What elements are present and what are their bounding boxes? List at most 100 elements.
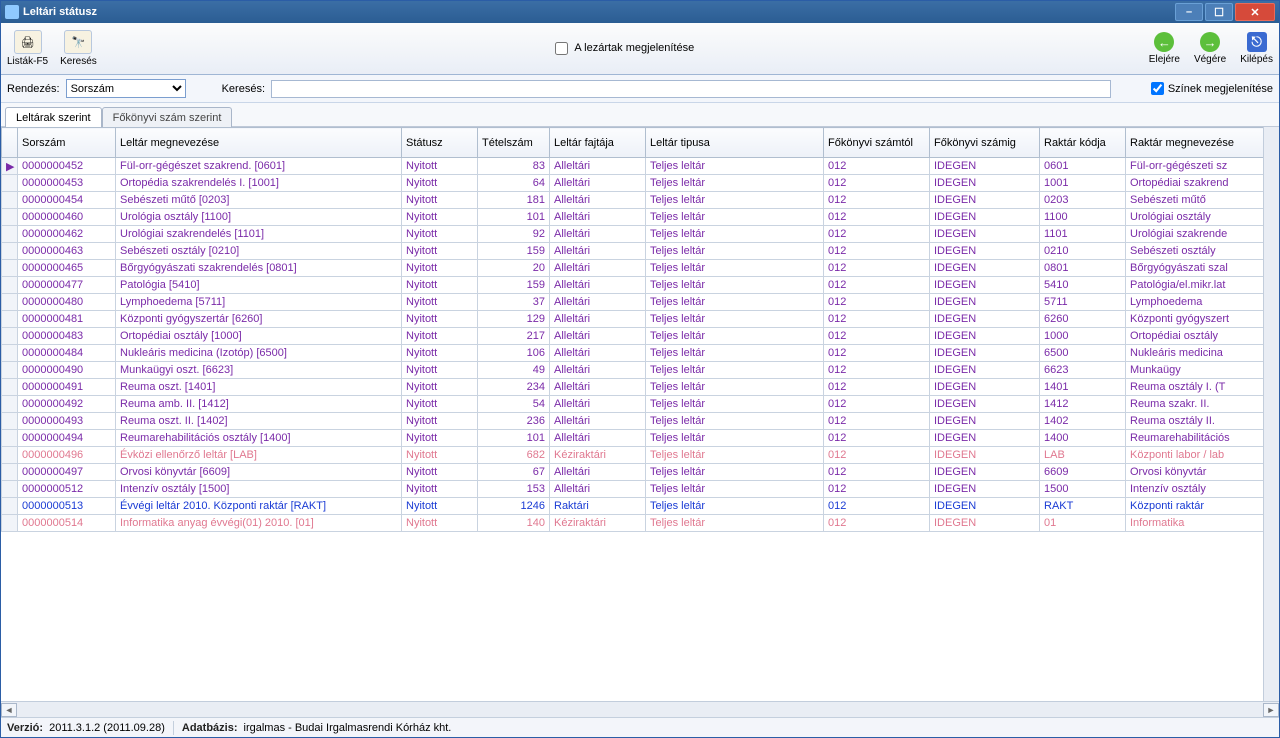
- cell: 140: [478, 515, 550, 532]
- scroll-right-button[interactable]: ►: [1263, 703, 1279, 717]
- table-row[interactable]: 0000000513Évvégi leltár 2010. Központi r…: [2, 498, 1264, 515]
- table-row[interactable]: 0000000514Informatika anyag évvégi(01) 2…: [2, 515, 1264, 532]
- exit-button[interactable]: ⎋ Kilépés: [1240, 32, 1273, 65]
- col-statusz[interactable]: Státusz: [402, 128, 478, 158]
- cell: 012: [824, 311, 930, 328]
- table-row[interactable]: 0000000484Nukleáris medicina (Izotóp) [6…: [2, 345, 1264, 362]
- cell: Ortopédiai osztály: [1126, 328, 1264, 345]
- cell: Teljes leltár: [646, 260, 824, 277]
- cell: Kéziraktári: [550, 447, 646, 464]
- vertical-scrollbar[interactable]: [1263, 127, 1279, 701]
- row-indicator: [2, 311, 18, 328]
- minimize-button[interactable]: –: [1175, 3, 1203, 21]
- col-tipus[interactable]: Leltár tipusa: [646, 128, 824, 158]
- cell: Nyitott: [402, 175, 478, 192]
- search-button[interactable]: 🔭 Keresés: [60, 30, 97, 67]
- show-closed-checkbox[interactable]: [555, 42, 568, 55]
- cell: Munkaügyi oszt. [6623]: [116, 362, 402, 379]
- cell: 0000000512: [18, 481, 116, 498]
- cell: 0601: [1040, 158, 1126, 175]
- cell: 1000: [1040, 328, 1126, 345]
- cell: Nyitott: [402, 243, 478, 260]
- col-tetelszam[interactable]: Tételszám: [478, 128, 550, 158]
- table-row[interactable]: 0000000493Reuma oszt. II. [1402]Nyitott2…: [2, 413, 1264, 430]
- cell: 0801: [1040, 260, 1126, 277]
- cell: 012: [824, 158, 930, 175]
- table-row[interactable]: 0000000491Reuma oszt. [1401]Nyitott234Al…: [2, 379, 1264, 396]
- grid-header-row: Sorszám Leltár megnevezése Státusz Tétel…: [2, 128, 1264, 158]
- cell: Teljes leltár: [646, 226, 824, 243]
- col-fajta[interactable]: Leltár fajtája: [550, 128, 646, 158]
- row-indicator: [2, 464, 18, 481]
- maximize-button[interactable]: ☐: [1205, 3, 1233, 21]
- table-row[interactable]: 0000000463Sebészeti osztály [0210]Nyitot…: [2, 243, 1264, 260]
- col-sorszam[interactable]: Sorszám: [18, 128, 116, 158]
- lists-button[interactable]: 🖨 Listák-F5: [7, 30, 48, 67]
- cell: IDEGEN: [930, 345, 1040, 362]
- row-indicator: [2, 447, 18, 464]
- table-row[interactable]: 0000000480Lymphoedema [5711]Nyitott37All…: [2, 294, 1264, 311]
- table-row[interactable]: 0000000460Urológia osztály [1100]Nyitott…: [2, 209, 1264, 226]
- col-fksz-ig[interactable]: Főkönyvi számig: [930, 128, 1040, 158]
- cell: Teljes leltár: [646, 243, 824, 260]
- table-row[interactable]: 0000000512Intenzív osztály [1500]Nyitott…: [2, 481, 1264, 498]
- table-row[interactable]: 0000000497Orvosi könyvtár [6609]Nyitott6…: [2, 464, 1264, 481]
- table-row[interactable]: 0000000465Bőrgyógyászati szakrendelés [0…: [2, 260, 1264, 277]
- cell: Teljes leltár: [646, 277, 824, 294]
- nav-last-button[interactable]: → Végére: [1194, 32, 1226, 65]
- cell: 159: [478, 243, 550, 260]
- search-input[interactable]: [271, 80, 1111, 98]
- cell: Intenzív osztály [1500]: [116, 481, 402, 498]
- table-row[interactable]: ▶0000000452Fül-orr-gégészet szakrend. [0…: [2, 158, 1264, 175]
- cell: Teljes leltár: [646, 464, 824, 481]
- cell: Alleltári: [550, 413, 646, 430]
- cell: Informatika: [1126, 515, 1264, 532]
- cell: 012: [824, 396, 930, 413]
- tab-by-ledger[interactable]: Főkönyvi szám szerint: [102, 107, 233, 127]
- cell: 54: [478, 396, 550, 413]
- cell: IDEGEN: [930, 481, 1040, 498]
- table-row[interactable]: 0000000494Reumarehabilitációs osztály [1…: [2, 430, 1264, 447]
- table-row[interactable]: 0000000496Évközi ellenőrző leltár [LAB]N…: [2, 447, 1264, 464]
- printer-icon: 🖨: [14, 30, 42, 54]
- cell: 0000000493: [18, 413, 116, 430]
- table-row[interactable]: 0000000483Ortopédiai osztály [1000]Nyito…: [2, 328, 1264, 345]
- status-separator: [173, 721, 174, 735]
- cell: Alleltári: [550, 294, 646, 311]
- cell: 0000000490: [18, 362, 116, 379]
- scroll-track[interactable]: [17, 703, 1263, 717]
- scroll-left-button[interactable]: ◄: [1, 703, 17, 717]
- table-row[interactable]: 0000000462Urológiai szakrendelés [1101]N…: [2, 226, 1264, 243]
- cell: IDEGEN: [930, 175, 1040, 192]
- cell: Nyitott: [402, 464, 478, 481]
- cell: IDEGEN: [930, 277, 1040, 294]
- cell: IDEGEN: [930, 447, 1040, 464]
- close-button[interactable]: ✕: [1235, 3, 1275, 21]
- sort-select[interactable]: Sorszám: [66, 79, 186, 98]
- col-megnevezes[interactable]: Leltár megnevezése: [116, 128, 402, 158]
- show-colors-checkbox[interactable]: [1151, 82, 1164, 95]
- cell: Nyitott: [402, 362, 478, 379]
- nav-first-button[interactable]: ← Elejére: [1149, 32, 1180, 65]
- col-fksz-tol[interactable]: Főkönyvi számtól: [824, 128, 930, 158]
- table-row[interactable]: 0000000481Központi gyógyszertár [6260]Ny…: [2, 311, 1264, 328]
- cell: Nyitott: [402, 447, 478, 464]
- cell: Nyitott: [402, 515, 478, 532]
- toolbar-search-label: Keresés: [60, 56, 97, 67]
- table-row[interactable]: 0000000454Sebészeti műtő [0203]Nyitott18…: [2, 192, 1264, 209]
- col-raktar-kod[interactable]: Raktár kódja: [1040, 128, 1126, 158]
- cell: Teljes leltár: [646, 379, 824, 396]
- table-row[interactable]: 0000000492Reuma amb. II. [1412]Nyitott54…: [2, 396, 1264, 413]
- col-raktar-nev[interactable]: Raktár megnevezése: [1126, 128, 1264, 158]
- horizontal-scrollbar[interactable]: ◄ ►: [1, 701, 1279, 717]
- sort-label: Rendezés:: [7, 83, 60, 95]
- table-row[interactable]: 0000000490Munkaügyi oszt. [6623]Nyitott4…: [2, 362, 1264, 379]
- cell: 012: [824, 447, 930, 464]
- grid-scroll[interactable]: Sorszám Leltár megnevezése Státusz Tétel…: [1, 127, 1263, 701]
- cell: Fül-orr-gégészeti sz: [1126, 158, 1264, 175]
- table-row[interactable]: 0000000477Patológia [5410]Nyitott159Alle…: [2, 277, 1264, 294]
- tab-by-inventory[interactable]: Leltárak szerint: [5, 107, 102, 127]
- cell: Alleltári: [550, 328, 646, 345]
- cell: IDEGEN: [930, 413, 1040, 430]
- table-row[interactable]: 0000000453Ortopédia szakrendelés I. [100…: [2, 175, 1264, 192]
